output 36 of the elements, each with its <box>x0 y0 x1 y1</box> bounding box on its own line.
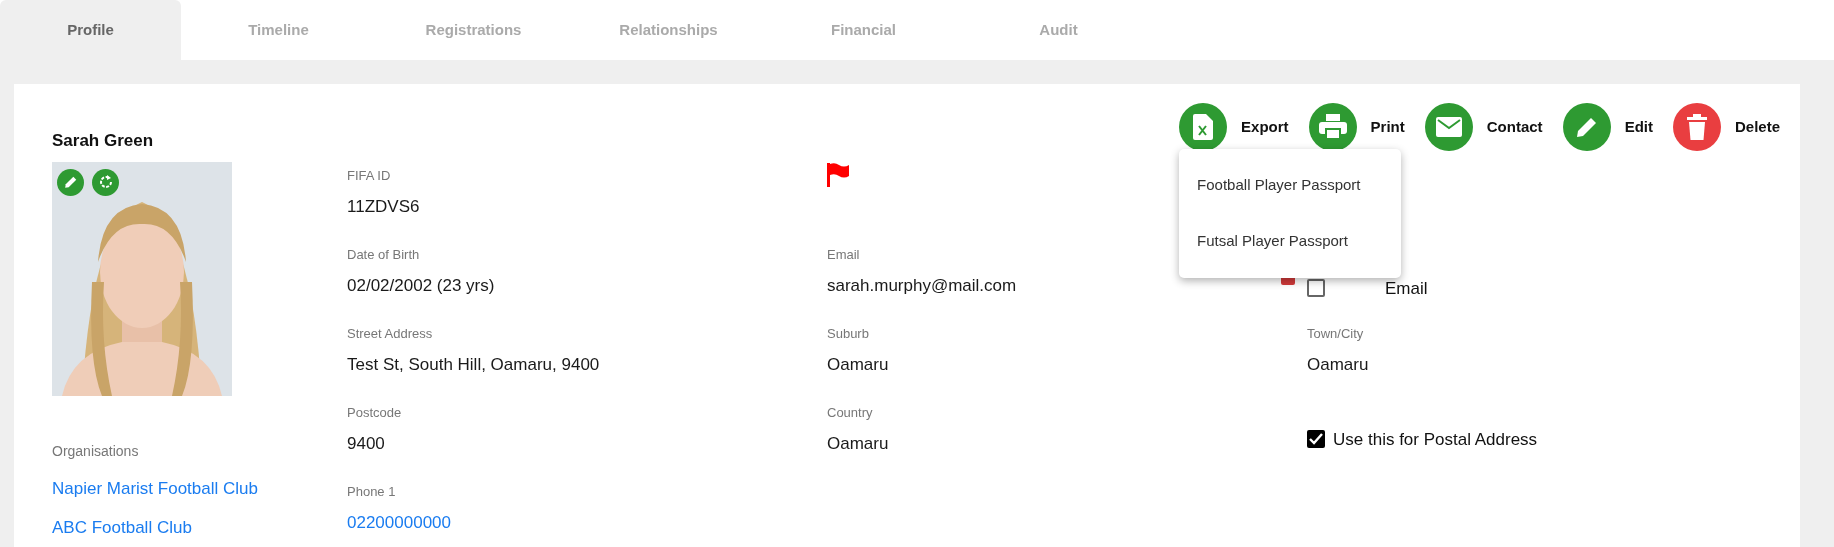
field-label: Phone 1 <box>347 482 396 501</box>
field-value: 11ZDVS6 <box>347 196 420 218</box>
pencil-icon <box>63 175 78 189</box>
action-button[interactable]: Edit <box>1562 102 1653 151</box>
field-label: Email <box>827 245 860 264</box>
field-value: 02/02/2002 (23 yrs) <box>347 275 495 297</box>
action-button[interactable]: Delete <box>1672 102 1780 151</box>
action-button[interactable]: Print <box>1308 102 1405 151</box>
profile-name: Sarah Green <box>52 130 154 152</box>
field-value: Test St, South Hill, Oamaru, 9400 <box>347 354 600 376</box>
checkbox[interactable]: Use this for Postal Address <box>1307 426 1538 452</box>
field-label: Town/City <box>1307 324 1364 343</box>
field-label: Date of Birth <box>347 245 420 264</box>
field-label: FIFA ID <box>347 166 391 185</box>
field-label: Postcode <box>347 403 402 422</box>
checkbox[interactable]: Email <box>1307 275 1428 301</box>
field-label: Country <box>827 403 873 422</box>
field-label: Suburb <box>827 324 869 343</box>
field-value: sarah.murphy@mail.com <box>827 275 1017 297</box>
organisation-link[interactable]: Napier Marist Football Club <box>52 475 347 501</box>
rotate-icon <box>97 174 114 190</box>
organisation-link[interactable]: ABC Football Club <box>52 515 347 541</box>
action-button[interactable]: Contact <box>1424 102 1543 151</box>
phone-link[interactable]: 02200000000 <box>347 510 451 536</box>
field-value: 9400 <box>347 433 385 455</box>
field-label: Street Address <box>347 324 433 343</box>
field-value: Oamaru <box>827 354 889 376</box>
tab[interactable]: Profile <box>0 0 181 60</box>
field-value: Oamaru <box>827 433 889 455</box>
check-icon <box>1309 433 1323 446</box>
menu-item[interactable]: Futsal Player Passport <box>1179 213 1402 270</box>
organisations-label: Organisations <box>52 441 140 461</box>
menu-item[interactable]: Football Player Passport <box>1179 156 1402 214</box>
flag-icon <box>827 163 849 188</box>
field-value: Oamaru <box>1307 354 1369 376</box>
action-button[interactable]: Export <box>1179 102 1289 151</box>
